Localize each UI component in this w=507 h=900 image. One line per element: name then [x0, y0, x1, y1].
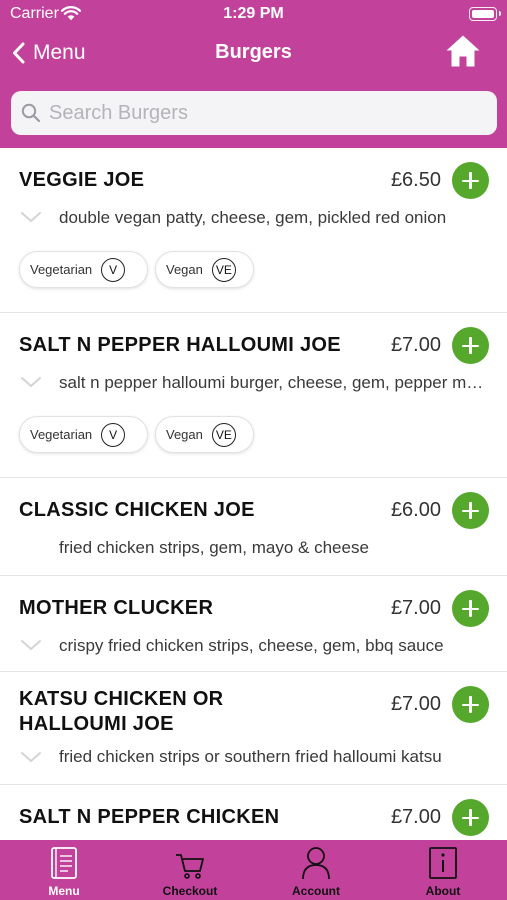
- chevron-left-icon: [13, 42, 25, 64]
- item-description: salt n pepper halloumi burger, cheese, g…: [59, 373, 487, 392]
- search-input[interactable]: [49, 101, 479, 125]
- menu-item[interactable]: VEGGIE JOE £6.50 double vegan patty, che…: [0, 148, 507, 313]
- chevron-down-icon[interactable]: [20, 211, 42, 224]
- item-price: £7.00: [390, 806, 441, 828]
- item-name: VEGGIE JOE: [19, 169, 145, 191]
- back-button-label: Menu: [33, 41, 86, 64]
- add-to-basket-button[interactable]: [452, 590, 489, 627]
- dietary-tag-vegetarian: Vegetarian V: [19, 251, 148, 288]
- search-bar[interactable]: [11, 91, 497, 135]
- dietary-tag-vegetarian: Vegetarian V: [19, 416, 148, 453]
- vegan-badge-icon: VE: [211, 422, 236, 447]
- menu-book-icon: [51, 847, 77, 879]
- menu-item[interactable]: SALT N PEPPER CHICKEN £7.00: [0, 785, 507, 840]
- item-name: CLASSIC CHICKEN JOE: [19, 499, 255, 521]
- tag-label: Vegan: [166, 427, 203, 442]
- item-name: SALT N PEPPER CHICKEN: [19, 806, 280, 828]
- vegan-badge-icon: VE: [211, 257, 236, 282]
- header: Carrier 1:29 PM Menu Burgers: [0, 0, 507, 148]
- vegetarian-badge-icon: V: [101, 422, 126, 447]
- tab-label: Menu: [48, 884, 80, 898]
- status-bar: Carrier 1:29 PM: [0, 0, 507, 28]
- vegetarian-badge-icon: V: [101, 257, 126, 282]
- menu-item[interactable]: KATSU CHICKEN OR HALLOUMI JOE £7.00 frie…: [0, 672, 507, 785]
- add-to-basket-button[interactable]: [452, 799, 489, 836]
- tab-label: Checkout: [162, 884, 218, 898]
- search-icon: [21, 103, 41, 123]
- dietary-tag-vegan: Vegan VE: [155, 416, 254, 453]
- item-description: crispy fried chicken strips, cheese, gem…: [59, 636, 444, 655]
- info-icon: [429, 847, 457, 879]
- chevron-down-icon[interactable]: [20, 639, 42, 652]
- clock: 1:29 PM: [223, 5, 284, 22]
- item-price: £7.00: [390, 334, 441, 356]
- home-icon: [446, 35, 480, 67]
- item-price: £7.00: [390, 693, 441, 715]
- item-name: MOTHER CLUCKER: [19, 597, 214, 619]
- menu-item-list[interactable]: VEGGIE JOE £6.50 double vegan patty, che…: [0, 148, 507, 840]
- tag-label: Vegetarian: [30, 427, 93, 442]
- menu-item[interactable]: MOTHER CLUCKER £7.00 crispy fried chicke…: [0, 576, 507, 672]
- chevron-down-icon[interactable]: [20, 751, 42, 764]
- add-to-basket-button[interactable]: [452, 162, 489, 199]
- home-button[interactable]: [445, 34, 481, 73]
- chevron-down-icon[interactable]: [20, 376, 42, 389]
- tag-label: Vegetarian: [30, 262, 93, 277]
- back-button[interactable]: Menu: [12, 36, 86, 70]
- tab-checkout[interactable]: Checkout: [127, 840, 253, 900]
- item-price: £6.50: [390, 169, 441, 191]
- tab-label: Account: [292, 884, 340, 898]
- tab-about[interactable]: About: [380, 840, 506, 900]
- tab-menu[interactable]: Menu: [1, 840, 127, 900]
- navigation-bar: Menu Burgers: [0, 30, 507, 76]
- tab-label: About: [425, 884, 461, 898]
- menu-item[interactable]: CLASSIC CHICKEN JOE £6.00 fried chicken …: [0, 478, 507, 576]
- item-description: double vegan patty, cheese, gem, pickled…: [59, 208, 447, 227]
- item-price: £7.00: [390, 597, 441, 619]
- add-to-basket-button[interactable]: [452, 492, 489, 529]
- tab-bar: Menu Checkout Account About: [0, 840, 507, 900]
- person-icon: [302, 847, 330, 880]
- item-name: KATSU CHICKEN OR HALLOUMI JOE: [19, 688, 224, 735]
- tab-account[interactable]: Account: [253, 840, 379, 900]
- tag-label: Vegan: [166, 262, 203, 277]
- item-price: £6.00: [390, 499, 441, 521]
- item-description: fried chicken strips, gem, mayo & cheese: [59, 538, 369, 557]
- battery-icon: [469, 7, 501, 21]
- add-to-basket-button[interactable]: [452, 686, 489, 723]
- dietary-tag-vegan: Vegan VE: [155, 251, 254, 288]
- cart-icon: [176, 854, 204, 879]
- item-name: SALT N PEPPER HALLOUMI JOE: [19, 334, 341, 356]
- item-description: fried chicken strips or southern fried h…: [59, 747, 442, 766]
- add-to-basket-button[interactable]: [452, 327, 489, 364]
- menu-item[interactable]: SALT N PEPPER HALLOUMI JOE £7.00 salt n …: [0, 313, 507, 478]
